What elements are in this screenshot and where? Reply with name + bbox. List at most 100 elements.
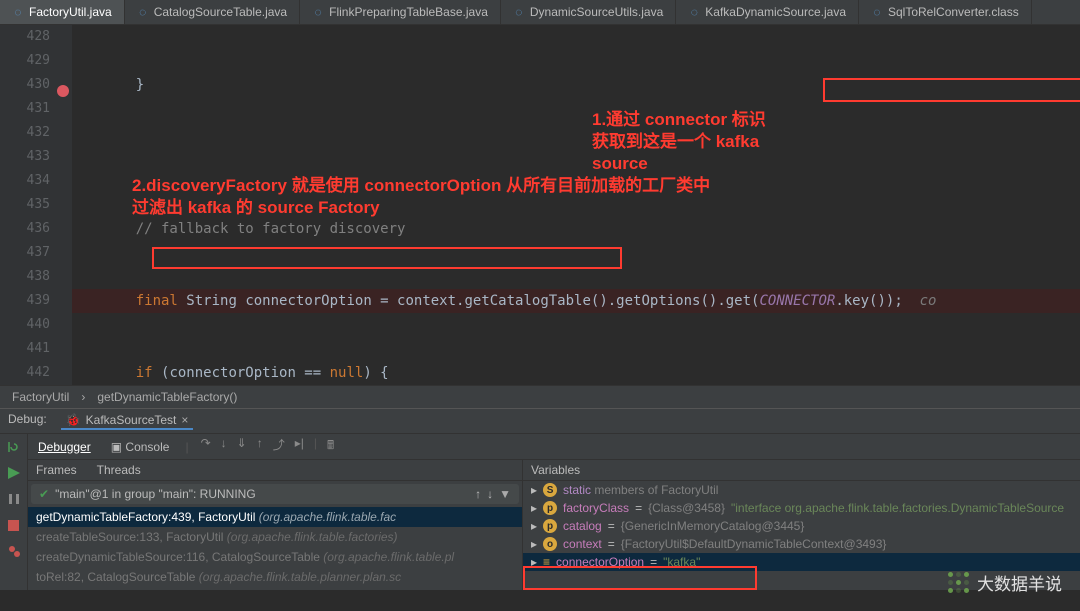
tab-label: DynamicSourceUtils.java bbox=[530, 5, 663, 19]
var-name: catalog bbox=[563, 519, 602, 533]
tab-factoryutil[interactable]: ◌ FactoryUtil.java bbox=[0, 0, 125, 24]
java-class-icon: ◌ bbox=[688, 6, 700, 18]
step-over-icon[interactable]: ↷ bbox=[201, 436, 211, 457]
code-kw: if bbox=[136, 365, 161, 381]
code-editor[interactable]: } // fallback to factory discovery final… bbox=[72, 25, 1080, 385]
line-gutter: 428 429 430 431 432 433 434 435 436 437 … bbox=[0, 25, 72, 385]
annotation-text: 1.通过 connector 标识 获取到这是一个 kafka source bbox=[592, 109, 922, 175]
code-text: (connectorOption == bbox=[161, 365, 330, 381]
pause-button[interactable] bbox=[5, 490, 23, 508]
frames-panel: Frames Threads ✔ "main"@1 in group "main… bbox=[28, 460, 523, 590]
expand-icon[interactable]: ▸ bbox=[531, 555, 537, 569]
code-comment: // fallback to factory discovery bbox=[136, 221, 406, 237]
line-number: 432 bbox=[0, 121, 50, 145]
stack-frame[interactable]: toRel:82, CatalogSourceTable (org.apache… bbox=[28, 567, 522, 587]
annotation-box bbox=[152, 247, 622, 269]
line-number: 439 bbox=[0, 289, 50, 313]
breadcrumb-file[interactable]: FactoryUtil bbox=[12, 390, 69, 404]
frame-pkg: (org.apache.flink.table.fac bbox=[259, 510, 396, 524]
code-text: ) { bbox=[363, 365, 388, 381]
filter-icon[interactable]: ▼ bbox=[499, 487, 511, 501]
thread-selector[interactable]: ✔ "main"@1 in group "main": RUNNING ↑ ↓ … bbox=[31, 484, 519, 504]
tab-kafkadynamicsource[interactable]: ◌ KafkaDynamicSource.java bbox=[676, 0, 859, 24]
bug-icon: 🐞 bbox=[66, 413, 81, 427]
step-controls: ↷ ↓ ⇓ ↑ ⤴ ▸| | 🖩 bbox=[201, 436, 335, 457]
line-number: 434 bbox=[0, 169, 50, 193]
variable-row[interactable]: ▸ ≡ connectorOption = "kafka" bbox=[523, 553, 1080, 571]
expand-icon[interactable]: ▸ bbox=[531, 501, 537, 515]
force-step-into-icon[interactable]: ⇓ bbox=[237, 436, 247, 457]
var-value: "kafka" bbox=[663, 555, 700, 569]
line-number: 442 bbox=[0, 361, 50, 385]
console-icon: ▣ bbox=[111, 440, 122, 454]
run-to-cursor-icon[interactable]: ▸| bbox=[295, 436, 304, 457]
code-kw: null bbox=[330, 365, 364, 381]
debug-header: Debug: 🐞 KafkaSourceTest × bbox=[0, 408, 1080, 433]
tab-flinkpreparing[interactable]: ◌ FlinkPreparingTableBase.java bbox=[300, 0, 501, 24]
tab-label: CatalogSourceTable.java bbox=[154, 5, 287, 19]
expand-icon[interactable]: ▸ bbox=[531, 519, 537, 533]
stack-frame[interactable]: createTableSource:133, FactoryUtil (org.… bbox=[28, 527, 522, 547]
debug-session-name: KafkaSourceTest bbox=[86, 413, 177, 427]
tab-dynamicsourceutils[interactable]: ◌ DynamicSourceUtils.java bbox=[501, 0, 676, 24]
check-icon: ✔ bbox=[39, 487, 49, 501]
prev-frame-icon[interactable]: ↑ bbox=[475, 487, 481, 501]
debug-body: Debugger ▣ Console | ↷ ↓ ⇓ ↑ ⤴ ▸| | 🖩 Fr… bbox=[0, 433, 1080, 590]
var-name: static bbox=[563, 483, 591, 497]
frame-text: createDynamicTableSource:116, CatalogSou… bbox=[36, 550, 320, 564]
variable-row[interactable]: ▸ p catalog = {GenericInMemoryCatalog@34… bbox=[523, 517, 1080, 535]
line-number: 441 bbox=[0, 337, 50, 361]
rerun-button[interactable] bbox=[5, 438, 23, 456]
stop-button[interactable] bbox=[5, 516, 23, 534]
debug-session-tab[interactable]: 🐞 KafkaSourceTest × bbox=[61, 412, 194, 430]
thread-name: "main"@1 in group "main": RUNNING bbox=[55, 487, 256, 501]
tab-console[interactable]: ▣ Console bbox=[107, 438, 174, 456]
var-name: context bbox=[563, 537, 602, 551]
step-out-icon[interactable]: ↑ bbox=[257, 436, 263, 457]
line-number: 429 bbox=[0, 49, 50, 73]
step-into-icon[interactable]: ↓ bbox=[221, 436, 227, 457]
breadcrumb-method[interactable]: getDynamicTableFactory() bbox=[97, 390, 237, 404]
threads-tab[interactable]: Threads bbox=[97, 463, 141, 477]
java-class-icon: ◌ bbox=[513, 6, 525, 18]
expand-icon[interactable]: ▸ bbox=[531, 483, 537, 497]
java-class-icon: ◌ bbox=[137, 6, 149, 18]
tab-sqltorelconverter[interactable]: ◌ SqlToRelConverter.class bbox=[859, 0, 1032, 24]
java-class-icon: ◌ bbox=[312, 6, 324, 18]
tab-catalogsourcetable[interactable]: ◌ CatalogSourceTable.java bbox=[125, 0, 300, 24]
tab-label: KafkaDynamicSource.java bbox=[705, 5, 846, 19]
drop-frame-icon[interactable]: ⤴ bbox=[273, 436, 285, 457]
close-icon[interactable]: × bbox=[181, 413, 188, 427]
code-text: String bbox=[186, 293, 245, 309]
java-class-icon: ◌ bbox=[12, 6, 24, 18]
variables-header: Variables bbox=[523, 460, 1080, 481]
var-name: factoryClass bbox=[563, 501, 629, 515]
breakpoint-icon[interactable] bbox=[57, 85, 69, 97]
evaluate-icon[interactable]: 🖩 bbox=[327, 436, 334, 457]
code-text: connectorOption = context.getCatalogTabl… bbox=[245, 293, 759, 309]
frames-tab[interactable]: Frames bbox=[36, 463, 77, 477]
next-frame-icon[interactable]: ↓ bbox=[487, 487, 493, 501]
tab-debugger[interactable]: Debugger bbox=[34, 438, 95, 456]
param-badge-icon: p bbox=[543, 501, 557, 515]
var-class: {FactoryUtil$DefaultDynamicTableContext@… bbox=[621, 537, 887, 551]
stack-frame[interactable]: createDynamicTableSource:116, CatalogSou… bbox=[28, 547, 522, 567]
code-text: } bbox=[136, 77, 144, 93]
view-breakpoints-button[interactable] bbox=[5, 542, 23, 560]
expand-icon[interactable]: ▸ bbox=[531, 537, 537, 551]
variable-row[interactable]: ▸ S static members of FactoryUtil bbox=[523, 481, 1080, 499]
obj-badge-icon: o bbox=[543, 537, 557, 551]
code-kw: final bbox=[136, 293, 187, 309]
frame-text: createTableSource:133, FactoryUtil bbox=[36, 530, 223, 544]
frame-text: toRel:82, CatalogSourceTable bbox=[36, 570, 195, 584]
stack-frame[interactable]: getDynamicTableFactory:439, FactoryUtil … bbox=[28, 507, 522, 527]
breadcrumb: FactoryUtil › getDynamicTableFactory() bbox=[0, 385, 1080, 408]
frame-pkg: (org.apache.flink.table.pl bbox=[323, 550, 454, 564]
variable-row[interactable]: ▸ o context = {FactoryUtil$DefaultDynami… bbox=[523, 535, 1080, 553]
resume-button[interactable] bbox=[5, 464, 23, 482]
line-number: 428 bbox=[0, 25, 50, 49]
var-rest: members of FactoryUtil bbox=[591, 483, 718, 497]
inline-hint: co bbox=[903, 293, 937, 309]
variable-row[interactable]: ▸ p factoryClass = {Class@3458} "interfa… bbox=[523, 499, 1080, 517]
frame-text: getDynamicTableFactory:439, FactoryUtil bbox=[36, 510, 255, 524]
